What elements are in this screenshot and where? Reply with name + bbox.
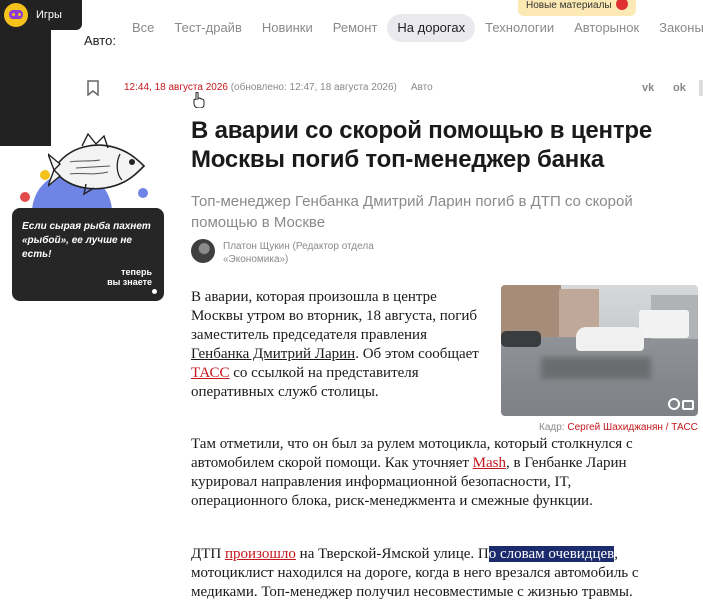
new-badge-icon [616,0,628,10]
article-lead: Топ-менеджер Генбанка Дмитрий Ларин поги… [191,193,633,231]
zoom-icon[interactable] [668,398,680,410]
updated-time: (обновлено: 12:47, 18 августа 2026) [227,82,397,93]
promo-dot [20,192,30,202]
promo-widget[interactable]: Если сырая рыба пахнет «рыбой», ее лучше… [12,132,164,304]
tass-link[interactable]: ТАСС [191,365,230,381]
games-button[interactable]: Игры [0,0,82,30]
hand-cursor-icon [193,92,205,108]
selected-text[interactable]: о словам очевидцев [488,546,615,562]
games-label: Игры [36,9,62,21]
article-photo[interactable] [501,285,698,416]
tab-repair[interactable]: Ремонт [323,14,388,42]
paragraph-3: ДТП произошло на Тверской-Ямской улице. … [191,545,671,600]
share-more-icon[interactable] [699,80,703,96]
tab-tech[interactable]: Технологии [475,14,564,42]
paragraph-text: ДТП [191,546,225,562]
gamepad-icon [4,3,28,27]
tab-market[interactable]: Авторынок [564,14,649,42]
promo-footer: теперь вы знаете [107,267,152,287]
fish-icon [48,132,146,196]
photo-car [576,327,644,351]
new-materials-label: Новые материалы [526,0,612,11]
promo-dot [152,289,157,294]
tab-on-roads[interactable]: На дорогах [387,14,476,42]
photo-caption-prefix: Кадр: [539,422,568,433]
paragraph-1: В аварии, которая произошла в центре Мос… [191,288,481,402]
paragraph-2: Там отметили, что он был за рулем мотоци… [191,435,671,511]
nav-tabs: Все Тест-драйв Новинки Ремонт На дорогах… [122,14,703,42]
author-avatar[interactable] [191,239,215,263]
photo-caption: Кадр: Сергей Шахиджанян / ТАСС [539,422,698,433]
promo-card: Если сырая рыба пахнет «рыбой», ее лучше… [12,208,164,301]
comment-icon[interactable] [682,400,694,410]
share-vk-icon[interactable]: vk [642,82,654,94]
mash-link[interactable]: Mash [473,455,506,471]
photo-caption-author[interactable]: Сергей Шахиджанян / ТАСС [567,422,698,433]
share-ok-icon[interactable]: ok [673,82,686,94]
tab-test-drive[interactable]: Тест-драйв [164,14,251,42]
author-name[interactable]: Платон Щукин (Редактор отдела «Экономика… [223,240,403,266]
photo-blurred-area [541,357,651,379]
article-meta: 12:44, 18 августа 2026 (обновлено: 12:47… [124,82,433,93]
paragraph-text: В аварии, которая произошла в центре Мос… [191,289,478,343]
tab-all[interactable]: Все [122,14,164,42]
paragraph-text: на Тверской-Ямской улице. П [295,546,489,562]
bookmark-icon[interactable] [87,80,99,96]
photo-car [501,331,541,347]
paragraph-text: . Об этом сообщает [355,346,479,362]
publish-time: 12:44, 18 августа 2026 [124,82,228,93]
happened-link[interactable]: произошло [225,546,296,562]
tab-laws[interactable]: Законы [649,14,703,42]
nav-section-label: Авто: [84,33,116,48]
category-link[interactable]: Авто [411,82,433,93]
promo-footer-line: теперь [121,267,152,277]
article-title: В аварии со скорой помощью в центре Моск… [191,117,652,173]
photo-building [501,285,561,337]
genbank-link[interactable]: Генбанка Дмитрий Ларин [191,346,355,362]
promo-text: Если сырая рыба пахнет «рыбой», ее лучше… [22,221,151,260]
promo-footer-line: вы знаете [107,277,152,287]
tab-new[interactable]: Новинки [252,14,323,42]
photo-ambulance [639,310,689,338]
